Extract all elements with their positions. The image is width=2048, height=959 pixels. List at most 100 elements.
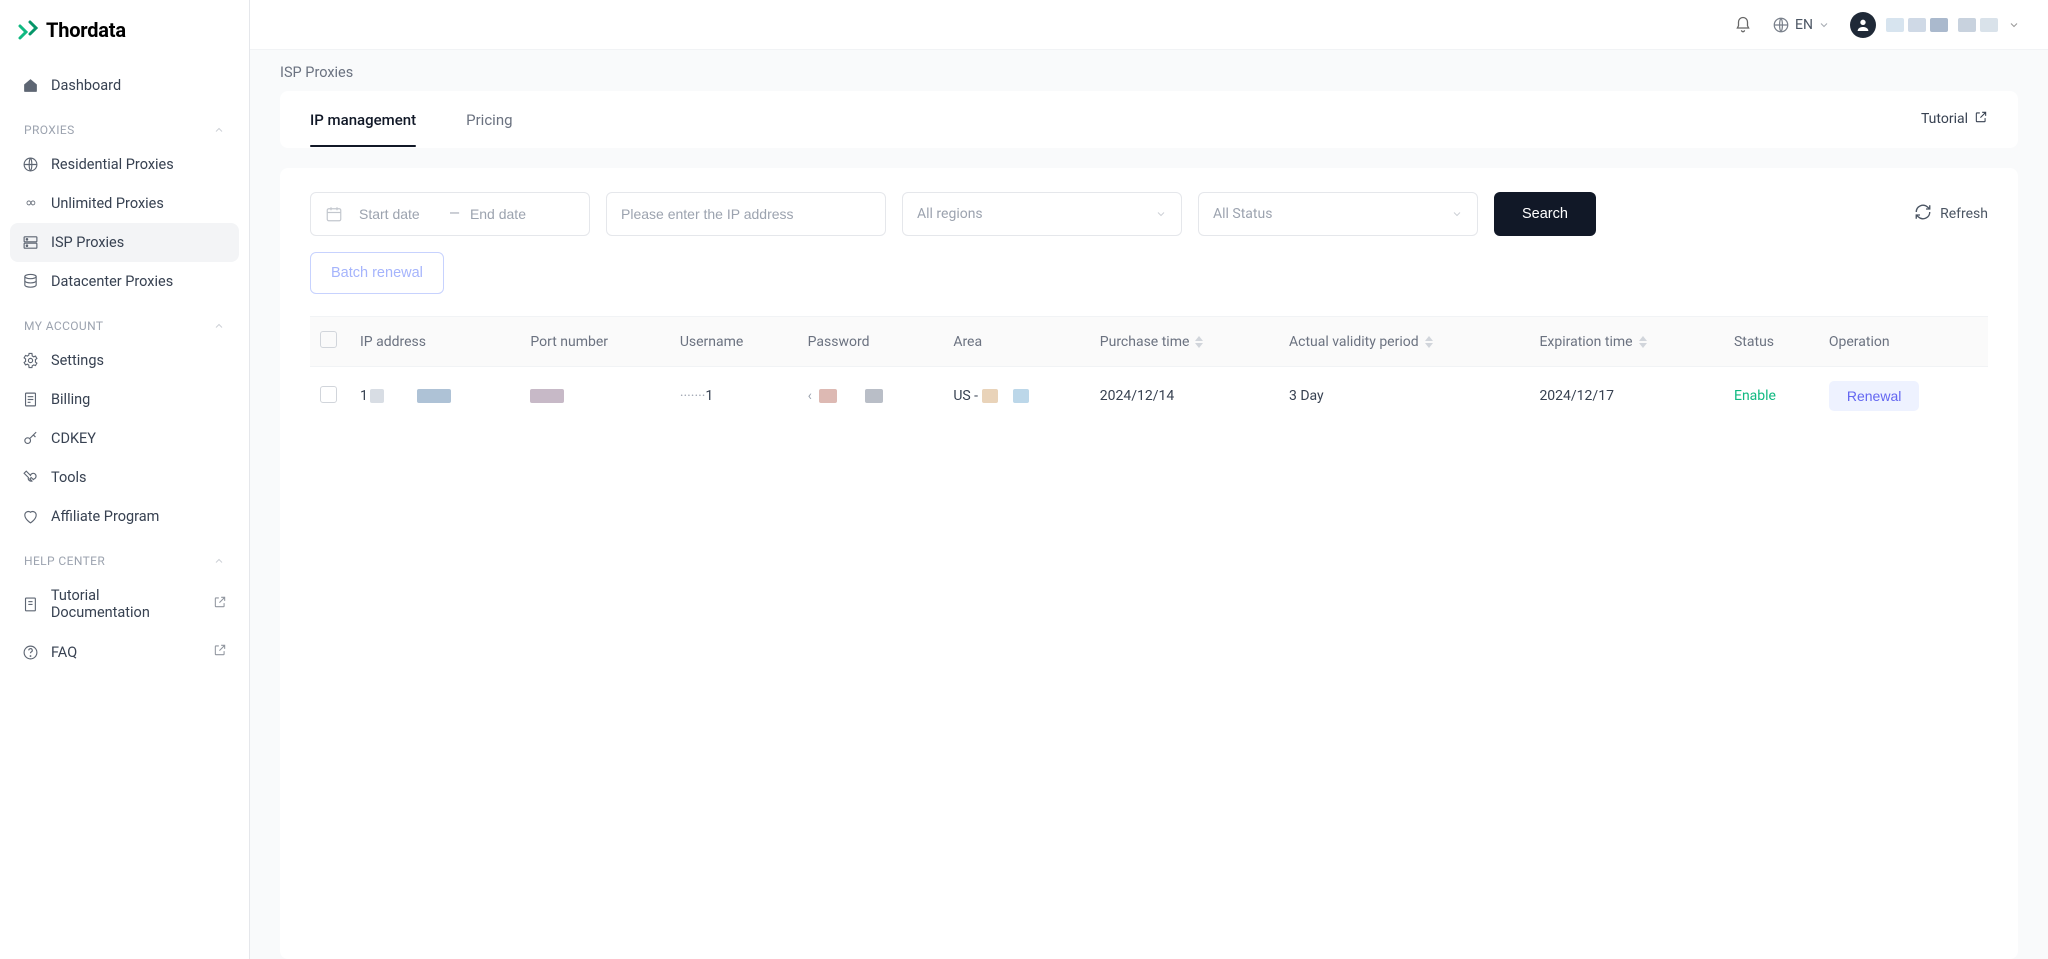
nav-label: Settings: [51, 352, 104, 369]
nav-label: Tutorial Documentation: [51, 587, 201, 621]
batch-row: Batch renewal: [310, 252, 1988, 294]
filter-row: — All regions All Status Search Refresh: [310, 192, 1988, 236]
ip-prefix: 1: [360, 388, 368, 404]
batch-renewal-button[interactable]: Batch renewal: [310, 252, 444, 294]
select-all-checkbox[interactable]: [320, 331, 337, 348]
nav-tutorial-doc[interactable]: Tutorial Documentation: [10, 576, 239, 632]
logo[interactable]: Thordata: [0, 18, 249, 66]
avatar-icon: [1850, 12, 1876, 38]
redacted: [819, 389, 837, 403]
section-label: MY ACCOUNT: [24, 319, 103, 333]
redacted: [1013, 389, 1029, 403]
cell-expiration: 2024/12/17: [1529, 367, 1724, 426]
nav-dashboard[interactable]: Dashboard: [10, 66, 239, 105]
heart-icon: [22, 508, 39, 525]
cell-purchase: 2024/12/14: [1090, 367, 1279, 426]
date-separator: —: [449, 206, 460, 222]
cell-username: ·······1: [670, 367, 798, 426]
nav-tools[interactable]: Tools: [10, 458, 239, 497]
nav-billing[interactable]: Billing: [10, 380, 239, 419]
end-date-input[interactable]: [470, 206, 550, 222]
date-range-input[interactable]: —: [310, 192, 590, 236]
nav-settings[interactable]: Settings: [10, 341, 239, 380]
external-link-icon: [213, 595, 227, 613]
select-value: All regions: [917, 206, 983, 222]
password-partial: ‹: [808, 388, 812, 404]
region-select[interactable]: All regions: [902, 192, 1182, 236]
ip-input-wrapper[interactable]: [606, 192, 886, 236]
cell-status: Enable: [1724, 367, 1819, 426]
nav-section-account[interactable]: MY ACCOUNT: [10, 301, 239, 341]
tab-ip-management[interactable]: IP management: [310, 91, 416, 147]
col-validity[interactable]: Actual validity period: [1279, 317, 1529, 367]
col-status: Status: [1724, 317, 1819, 367]
chevron-down-icon: [1155, 208, 1167, 220]
logo-icon: [16, 18, 40, 42]
sidebar: Thordata Dashboard PROXIES Residential P…: [0, 0, 250, 959]
col-password: Password: [798, 317, 944, 367]
button-label: Search: [1522, 206, 1568, 222]
section-label: PROXIES: [24, 123, 75, 137]
col-expiration[interactable]: Expiration time: [1529, 317, 1724, 367]
refresh-button[interactable]: Refresh: [1914, 203, 1988, 225]
language-selector[interactable]: EN: [1772, 16, 1830, 34]
tab-pricing[interactable]: Pricing: [466, 91, 512, 147]
document-icon: [22, 596, 39, 613]
globe-icon: [22, 156, 39, 173]
breadcrumb-text: ISP Proxies: [280, 64, 353, 81]
nav-affiliate[interactable]: Affiliate Program: [10, 497, 239, 536]
nav-unlimited-proxies[interactable]: Unlimited Proxies: [10, 184, 239, 223]
nav-residential-proxies[interactable]: Residential Proxies: [10, 145, 239, 184]
chevron-up-icon: [213, 124, 225, 136]
calendar-icon: [325, 205, 343, 223]
nav: Dashboard PROXIES Residential Proxies Un…: [0, 66, 249, 672]
section-label: HELP CENTER: [24, 554, 105, 568]
nav-cdkey[interactable]: CDKEY: [10, 419, 239, 458]
cell-ip: 1: [350, 367, 520, 426]
select-value: All Status: [1213, 206, 1272, 222]
nav-label: CDKEY: [51, 430, 96, 447]
redacted: [982, 389, 998, 403]
chevron-up-icon: [213, 555, 225, 567]
ip-address-input[interactable]: [621, 206, 871, 222]
nav-section-help[interactable]: HELP CENTER: [10, 536, 239, 576]
nav-label: Affiliate Program: [51, 508, 159, 525]
col-operation: Operation: [1819, 317, 1988, 367]
status-select[interactable]: All Status: [1198, 192, 1478, 236]
content-area: — All regions All Status Search Refresh …: [280, 168, 2018, 959]
nav-isp-proxies[interactable]: ISP Proxies: [10, 223, 239, 262]
row-checkbox[interactable]: [320, 386, 337, 403]
nav-datacenter-proxies[interactable]: Datacenter Proxies: [10, 262, 239, 301]
topbar: EN: [250, 0, 2048, 50]
nav-section-proxies[interactable]: PROXIES: [10, 105, 239, 145]
status-badge: Enable: [1734, 388, 1776, 404]
start-date-input[interactable]: [359, 206, 439, 222]
proxies-table: IP address Port number Username Password…: [310, 316, 1988, 425]
tutorial-label: Tutorial: [1921, 111, 1968, 127]
bell-icon[interactable]: [1734, 16, 1752, 34]
external-link-icon: [1974, 110, 1988, 128]
area-prefix: US -: [953, 388, 981, 404]
col-purchase[interactable]: Purchase time: [1090, 317, 1279, 367]
username-redacted: [1886, 18, 1948, 32]
renewal-button[interactable]: Renewal: [1829, 381, 1919, 411]
nav-label: Billing: [51, 391, 90, 408]
infinity-icon: [22, 195, 39, 212]
redacted: [530, 389, 564, 403]
tutorial-link[interactable]: Tutorial: [1921, 110, 1988, 128]
cell-port: [520, 367, 669, 426]
redacted: [865, 389, 883, 403]
breadcrumb: ISP Proxies: [250, 50, 2048, 91]
user-menu[interactable]: [1850, 12, 2020, 38]
nav-label: Residential Proxies: [51, 156, 174, 173]
nav-label: Unlimited Proxies: [51, 195, 164, 212]
search-button[interactable]: Search: [1494, 192, 1596, 236]
redacted: [417, 389, 451, 403]
col-ip: IP address: [350, 317, 520, 367]
col-area: Area: [943, 317, 1089, 367]
external-link-icon: [213, 643, 227, 661]
chevron-down-icon: [1818, 19, 1830, 31]
tabs: IP management Pricing Tutorial: [280, 91, 2018, 148]
nav-faq[interactable]: FAQ: [10, 632, 239, 672]
cell-operation: Renewal: [1819, 367, 1988, 426]
